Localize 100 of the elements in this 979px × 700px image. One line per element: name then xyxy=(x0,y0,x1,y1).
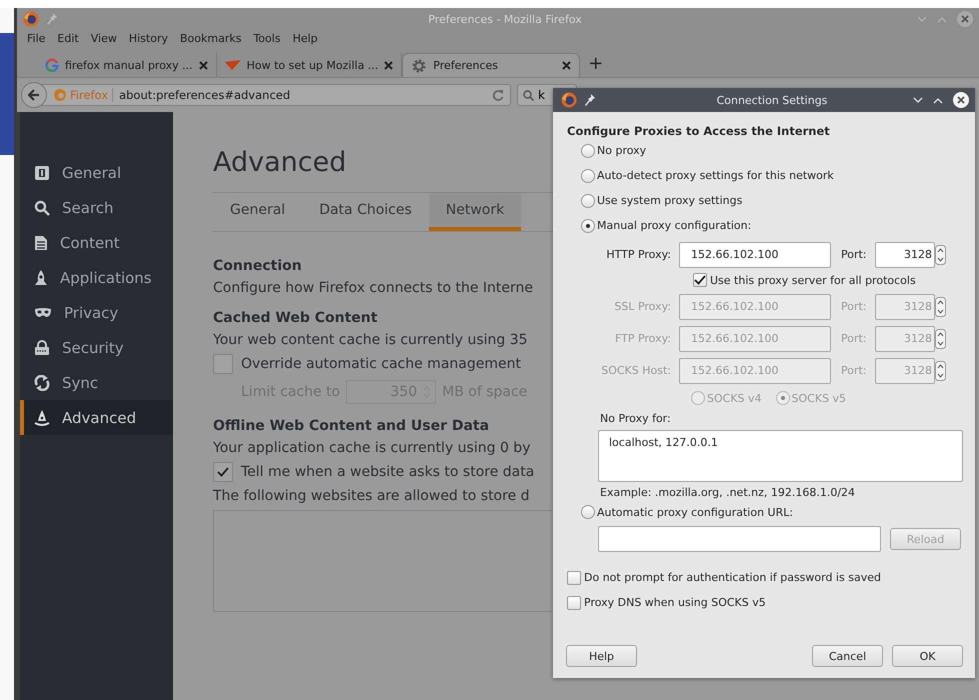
option-label: Manual proxy configuration: xyxy=(597,219,752,232)
description-text: Your application cache is currently using 0 by xyxy=(213,440,530,456)
close-icon[interactable] xyxy=(562,61,572,70)
sidebar-item[interactable]: Security xyxy=(20,330,173,365)
radio-button[interactable] xyxy=(581,168,595,182)
gear-icon xyxy=(411,58,428,74)
option-label: SOCKS v4 xyxy=(707,392,762,404)
checkmark-icon xyxy=(217,467,229,477)
option-label: Auto-detect proxy settings for this network xyxy=(597,169,834,182)
sidebar-item[interactable]: Privacy xyxy=(20,295,173,330)
tab-title: Preferences xyxy=(433,59,499,72)
option-label: SOCKS v5 xyxy=(792,392,846,404)
dialog-heading: Configure Proxies to Access the Internet xyxy=(567,124,831,138)
sidebar-item[interactable]: General xyxy=(20,155,173,190)
radio-button[interactable] xyxy=(581,194,595,208)
checkbox[interactable] xyxy=(567,570,581,584)
switch-panel-icon xyxy=(34,164,50,180)
menu-item[interactable]: Edit xyxy=(51,32,85,45)
sidebar-item[interactable]: Search xyxy=(20,190,173,225)
cancel-button[interactable]: Cancel xyxy=(812,645,883,667)
radio-button[interactable] xyxy=(581,505,595,519)
rocket-icon xyxy=(34,270,48,286)
padlock-icon xyxy=(34,340,50,356)
mask-icon xyxy=(34,306,52,318)
new-tab-button[interactable]: + xyxy=(580,53,612,77)
close-icon[interactable] xyxy=(384,60,394,70)
menu-item[interactable]: File xyxy=(21,32,52,45)
checkbox-label: Do not prompt for authentication if password is saved xyxy=(584,571,881,584)
section-title: Connection xyxy=(213,258,302,274)
sync-arrows-icon xyxy=(34,374,50,390)
checkmark-icon xyxy=(694,275,706,285)
swoosh-icon xyxy=(224,59,241,71)
field-label: SOCKS Host: xyxy=(600,364,672,377)
url-field[interactable] xyxy=(598,526,881,552)
menu-item[interactable]: History xyxy=(122,32,174,45)
page-tab[interactable]: Network xyxy=(428,193,522,231)
sidebar-item[interactable]: Content xyxy=(20,225,173,260)
option-label: No proxy xyxy=(597,144,646,157)
hint-text: Example: .mozilla.org, .net.nz, 192.168.1.0/24 xyxy=(600,486,856,499)
checkbox[interactable] xyxy=(213,354,233,374)
field-label: HTTP Proxy: xyxy=(605,248,672,261)
field-label: Port: xyxy=(840,248,868,261)
browser-tab[interactable]: Preferences xyxy=(402,53,580,77)
search-text: k xyxy=(538,88,545,102)
description-text: Your web content cache is currently using 35 xyxy=(213,332,528,348)
field-label: SSL Proxy: xyxy=(613,300,672,313)
close-icon[interactable] xyxy=(957,11,973,27)
left-arrow-icon xyxy=(28,89,40,101)
window-title: Preferences - Mozilla Firefox xyxy=(427,12,583,26)
menu-item[interactable]: Help xyxy=(286,32,324,45)
search-icon xyxy=(34,200,50,216)
url-text: about:preferences#advanced xyxy=(118,88,292,102)
close-icon[interactable] xyxy=(953,92,969,108)
multicolor-ring-icon xyxy=(45,58,59,72)
back-button[interactable] xyxy=(21,82,47,108)
menu-item[interactable]: Tools xyxy=(247,32,287,45)
sidebar-item[interactable]: Sync xyxy=(20,365,173,400)
pin-icon xyxy=(585,94,595,106)
description-text: The following websites are allowed to store d xyxy=(213,488,530,504)
reload-icon[interactable] xyxy=(492,89,504,101)
sidebar-item[interactable]: Applications xyxy=(20,260,173,295)
address-bar[interactable]: Firefox about:preferences#advanced xyxy=(41,84,511,106)
page-tab[interactable]: Data Choices xyxy=(302,193,429,231)
firefox-logo-icon xyxy=(23,11,39,27)
host-field[interactable]: 152.66.102.100 xyxy=(679,242,831,268)
search-icon xyxy=(523,90,534,100)
port-field[interactable]: 3128 xyxy=(875,242,935,268)
checkbox-label: Tell me when a website asks to store data xyxy=(241,464,534,480)
document-icon xyxy=(34,234,48,250)
close-icon[interactable] xyxy=(198,60,208,70)
checkbox[interactable] xyxy=(213,462,233,482)
option-label: Automatic proxy configuration URL: xyxy=(597,506,794,518)
page-tab[interactable]: General xyxy=(213,193,302,231)
field-label: Port: xyxy=(840,364,868,377)
checkbox-label: Use this proxy server for all protocols xyxy=(710,274,916,286)
radio-button[interactable] xyxy=(581,144,595,158)
ok-button[interactable]: OK xyxy=(892,645,963,667)
menu-item[interactable]: View xyxy=(84,32,123,45)
radio-button[interactable] xyxy=(581,218,595,232)
spinner-arrows-icon[interactable] xyxy=(935,244,946,264)
wizard-hat-icon xyxy=(34,410,50,426)
tab-title: How to set up Mozilla ... xyxy=(246,58,378,72)
tab-title: firefox manual proxy ... xyxy=(65,58,193,72)
pin-icon xyxy=(47,13,57,25)
firefox-badge-icon xyxy=(54,89,66,101)
checkbox[interactable] xyxy=(567,596,581,610)
section-title: Cached Web Content xyxy=(213,310,378,326)
checkbox-label: Proxy DNS when using SOCKS v5 xyxy=(584,596,766,609)
checkbox[interactable] xyxy=(693,273,707,287)
browser-tab[interactable]: firefox manual proxy ... xyxy=(37,53,217,77)
no-proxy-field[interactable]: localhost, 127.0.0.1 xyxy=(598,430,963,482)
help-button[interactable]: Help xyxy=(566,645,637,667)
sidebar-item[interactable]: Advanced xyxy=(20,400,173,435)
field-label: No Proxy for: xyxy=(600,412,672,425)
section-title: Offline Web Content and User Data xyxy=(213,418,490,434)
checkbox-label: Override automatic cache management xyxy=(241,356,521,372)
field-label: FTP Proxy: xyxy=(614,332,672,345)
firefox-logo-icon xyxy=(561,92,577,108)
menu-item[interactable]: Bookmarks xyxy=(174,32,248,45)
description-text: Configure how Firefox connects to the Interne xyxy=(213,280,534,296)
